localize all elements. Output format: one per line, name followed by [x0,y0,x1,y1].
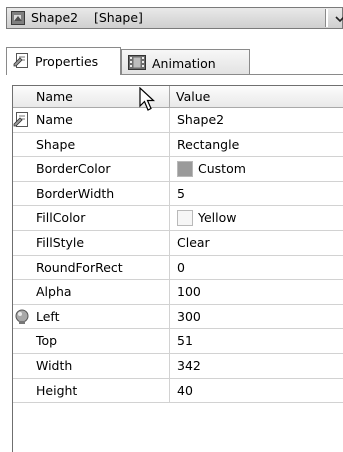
property-value[interactable]: 40 [177,383,193,398]
property-name: BorderColor [36,161,111,177]
property-row[interactable]: BorderColor Custom [13,157,343,182]
tab-label: Properties [35,54,99,69]
property-row[interactable]: Height 40 [13,378,343,404]
mouse-cursor-icon [139,86,157,113]
property-row[interactable]: Top 51 [13,329,343,354]
properties-icon [13,53,31,68]
property-value[interactable]: Clear [177,235,210,250]
properties-icon [13,111,31,129]
property-name: Top [36,333,58,349]
property-value[interactable]: 0 [177,260,185,275]
property-name: Name [36,112,73,127]
property-value[interactable]: Shape2 [177,112,224,127]
property-row[interactable]: RoundForRect 0 [13,255,343,281]
divider [169,304,170,329]
divider [169,132,170,157]
chevron-down-icon[interactable] [335,13,343,23]
divider [169,108,170,132]
tab-animation[interactable]: Animation [121,49,250,74]
object-selector-text: Shape2 [Shape] [31,10,143,25]
property-name: Height [36,382,78,398]
column-header-value[interactable]: Value [176,89,210,104]
property-row[interactable]: Width 342 [13,353,343,379]
divider [169,353,170,378]
property-row[interactable]: FillStyle Clear [13,230,343,256]
position-icon [13,308,31,326]
property-grid: Name Value Name Shape2 Shape Rectangle Borde… [12,85,343,452]
property-value[interactable]: Custom [198,161,246,176]
property-value[interactable]: 100 [177,284,201,299]
divider [169,378,170,403]
property-value[interactable]: 300 [177,309,201,324]
divider [325,9,328,27]
tab-strip: Properties Animation [6,35,343,75]
divider [169,206,170,230]
grid-header: Name Value [13,86,343,111]
property-name: Left [36,308,60,324]
property-name: BorderWidth [36,185,115,201]
property-name: Alpha [36,284,72,300]
property-row[interactable]: FillColor Yellow [13,206,343,231]
property-row[interactable]: BorderWidth 5 [13,181,343,207]
property-name: RoundForRect [36,259,123,275]
property-value[interactable]: 342 [177,358,201,373]
animation-icon [128,55,146,70]
shape-icon [11,11,25,25]
property-value[interactable]: 5 [177,186,185,201]
color-swatch[interactable] [177,210,193,227]
property-value[interactable]: Rectangle [177,137,239,152]
property-name: FillStyle [36,234,85,250]
property-row[interactable]: Left 300 [13,304,343,330]
divider [169,181,170,206]
divider [169,329,170,353]
property-value[interactable]: 51 [177,333,193,348]
object-selector[interactable]: Shape2 [Shape] [6,7,343,29]
divider [169,255,170,280]
tab-properties[interactable]: Properties [6,47,121,75]
divider [169,230,170,255]
tab-label: Animation [152,56,216,71]
column-header-name[interactable]: Name [36,89,73,104]
property-name: Width [36,357,73,373]
property-row[interactable]: Alpha 100 [13,280,343,305]
divider [169,280,170,304]
property-row[interactable]: Shape Rectangle [13,132,343,158]
property-name: FillColor [36,210,86,226]
property-rows: Name Shape2 Shape Rectangle BorderColor Custo… [13,108,343,404]
property-name: Shape [36,136,76,152]
divider [169,157,170,181]
property-value[interactable]: Yellow [198,210,236,225]
color-swatch[interactable] [177,161,193,178]
property-row[interactable]: Name Shape2 [13,108,343,133]
column-resize-handle[interactable] [169,86,170,107]
